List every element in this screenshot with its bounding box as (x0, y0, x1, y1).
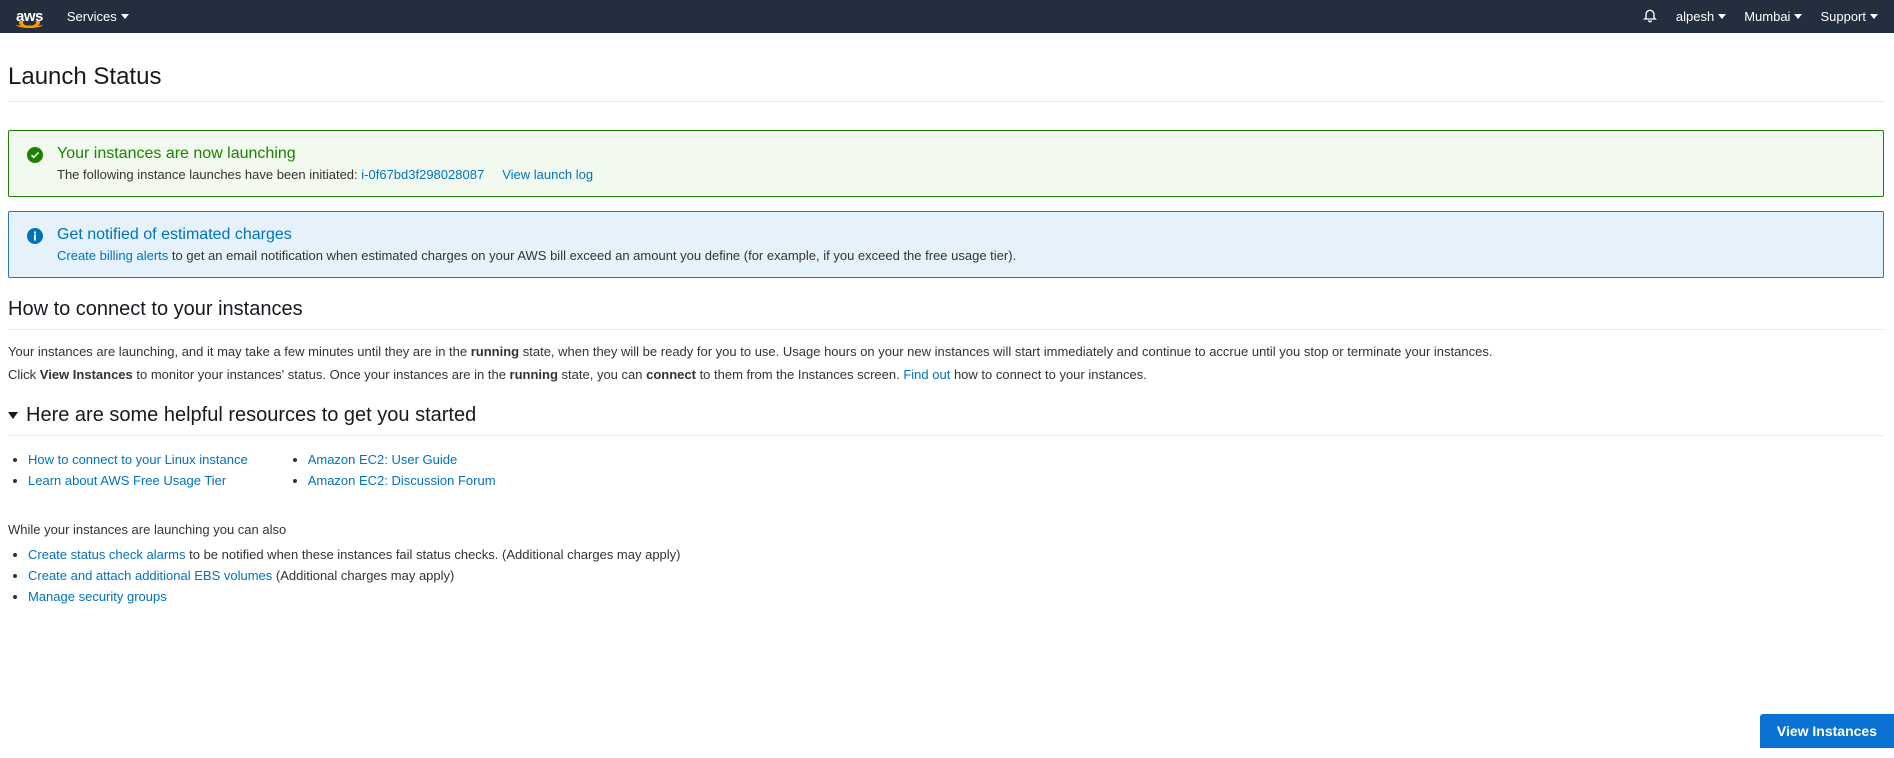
resource-link[interactable]: Learn about AWS Free Usage Tier (28, 473, 226, 488)
manage-security-groups-link[interactable]: Manage security groups (28, 589, 167, 604)
region-label: Mumbai (1744, 9, 1790, 24)
resources-col-2: Amazon EC2: User Guide Amazon EC2: Discu… (308, 446, 496, 494)
caret-down-icon (121, 14, 129, 19)
resources-col-1: How to connect to your Linux instance Le… (28, 446, 248, 494)
info-circle-icon (27, 228, 43, 247)
support-menu[interactable]: Support (1820, 9, 1878, 24)
list-item: Amazon EC2: User Guide (308, 452, 496, 467)
caret-down-icon (1718, 14, 1726, 19)
alert-title: Your instances are now launching (57, 145, 1865, 163)
resource-link[interactable]: Amazon EC2: User Guide (308, 452, 458, 467)
support-label: Support (1820, 9, 1866, 24)
top-navbar: aws Services alpesh Mumbai Support (0, 0, 1894, 33)
account-menu[interactable]: alpesh (1676, 9, 1726, 24)
services-menu[interactable]: Services (67, 9, 129, 24)
list-item: Create status check alarms to be notifie… (28, 547, 1884, 562)
list-item: Learn about AWS Free Usage Tier (28, 473, 248, 488)
caret-down-icon (1794, 14, 1802, 19)
alert-title: Get notified of estimated charges (57, 226, 1865, 244)
resource-link[interactable]: How to connect to your Linux instance (28, 452, 248, 467)
list-item: Manage security groups (28, 589, 1884, 604)
resources-toggle[interactable]: Here are some helpful resources to get y… (8, 404, 1884, 436)
main-content: Launch Status Your instances are now lau… (0, 33, 1894, 690)
chevron-down-icon (8, 412, 18, 419)
connect-paragraph-2: Click View Instances to monitor your ins… (8, 367, 1884, 382)
also-intro: While your instances are launching you c… (8, 522, 1884, 537)
resource-link[interactable]: Amazon EC2: Discussion Forum (308, 473, 496, 488)
find-out-link[interactable]: Find out (903, 367, 950, 382)
aws-logo[interactable]: aws (16, 9, 43, 24)
resources-heading: Here are some helpful resources to get y… (26, 404, 476, 427)
launch-success-alert: Your instances are now launching The fol… (8, 130, 1884, 197)
create-ebs-volumes-link[interactable]: Create and attach additional EBS volumes (28, 568, 272, 583)
view-launch-log-link[interactable]: View launch log (502, 167, 593, 182)
instance-id-link[interactable]: i-0f67bd3f298028087 (361, 167, 484, 182)
bell-icon (1642, 7, 1658, 23)
also-list: Create status check alarms to be notifie… (8, 547, 1884, 604)
services-label: Services (67, 9, 117, 24)
list-item: How to connect to your Linux instance (28, 452, 248, 467)
caret-down-icon (1870, 14, 1878, 19)
notifications-button[interactable] (1642, 7, 1658, 26)
alert-desc: The following instance launches have bee… (57, 167, 358, 182)
connect-paragraph-1: Your instances are launching, and it may… (8, 344, 1884, 359)
resources-columns: How to connect to your Linux instance Le… (8, 446, 1884, 494)
create-billing-alerts-link[interactable]: Create billing alerts (57, 248, 168, 263)
page-title: Launch Status (8, 45, 1884, 102)
check-circle-icon (27, 147, 43, 166)
connect-heading: How to connect to your instances (8, 298, 1884, 330)
billing-info-alert: Get notified of estimated charges Create… (8, 211, 1884, 278)
account-label: alpesh (1676, 9, 1714, 24)
create-status-alarms-link[interactable]: Create status check alarms (28, 547, 186, 562)
list-item: Amazon EC2: Discussion Forum (308, 473, 496, 488)
alert-desc: to get an email notification when estima… (172, 248, 1016, 263)
view-instances-button[interactable]: View Instances (1760, 714, 1894, 748)
region-menu[interactable]: Mumbai (1744, 9, 1802, 24)
list-item: Create and attach additional EBS volumes… (28, 568, 1884, 583)
